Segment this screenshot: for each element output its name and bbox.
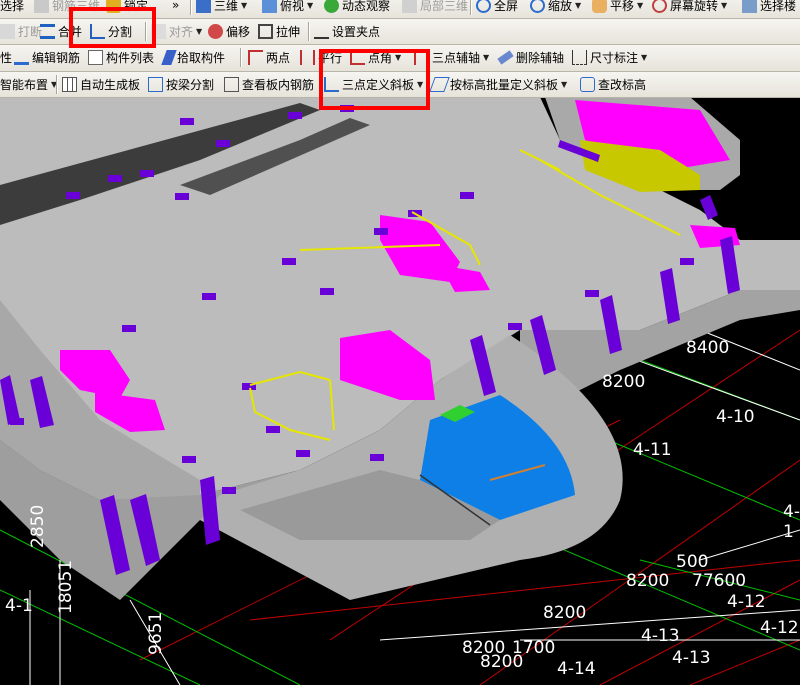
- local-3d-icon: [402, 0, 417, 13]
- beam-split-icon: [148, 76, 163, 92]
- axis-label: 4-12: [727, 592, 766, 612]
- delete-axis-button[interactable]: 删除辅轴: [497, 47, 564, 67]
- axis-label: 4-1: [783, 502, 800, 542]
- hand-icon: [592, 0, 607, 13]
- edit-rebar-button[interactable]: 编辑钢筋: [14, 47, 80, 67]
- highlight-box-split: [69, 7, 156, 48]
- component-list-button[interactable]: 构件列表: [88, 47, 154, 67]
- attribute-button[interactable]: 性: [0, 47, 12, 67]
- top-view-icon: [262, 0, 277, 13]
- view-3d-button[interactable]: 三维 ▼: [196, 0, 247, 15]
- screen-rotate-button[interactable]: 屏幕旋转 ▼: [652, 0, 727, 15]
- view-slab-rebar-button[interactable]: 查看板内钢筋: [224, 74, 314, 94]
- highlight-box-three-point-slope: [319, 49, 430, 110]
- pick-component-button[interactable]: 拾取构件: [161, 47, 225, 67]
- grip-icon: [314, 24, 329, 39]
- select-floor-button[interactable]: 选择楼: [742, 0, 796, 15]
- offset-button[interactable]: 偏移: [208, 21, 250, 41]
- zoom-icon: [530, 0, 545, 13]
- offset-icon: [208, 23, 223, 39]
- axis-label: 4-14: [557, 659, 596, 679]
- axis-label: 4-10: [716, 407, 755, 427]
- batch-slope-icon: [429, 76, 450, 92]
- orbit-icon: [324, 0, 339, 13]
- top-view-button[interactable]: 俯视 ▼: [262, 0, 313, 15]
- auto-slab-button[interactable]: 自动生成板: [62, 74, 140, 94]
- local-3d-button[interactable]: 局部三维: [402, 0, 468, 15]
- dim-text: 8200: [626, 571, 670, 591]
- axis-label: 4-11: [633, 440, 672, 460]
- zoom-button[interactable]: 缩放 ▼: [530, 0, 581, 15]
- fullscreen-button[interactable]: 全屏: [476, 0, 518, 15]
- break-button[interactable]: 打断: [0, 21, 42, 41]
- dynamic-observe-button[interactable]: 动态观察: [324, 0, 390, 15]
- dimension-icon: [572, 49, 587, 65]
- set-grip-button[interactable]: 设置夹点: [314, 21, 380, 41]
- batch-slope-button[interactable]: 按标高批量定义斜板 ▼: [429, 74, 567, 94]
- merge-icon: [40, 23, 55, 39]
- rotate-icon: [652, 0, 667, 13]
- model-drawing: [0, 97, 800, 685]
- 3d-viewport[interactable]: 8400 8200 500 8200 77600 8200 8200 1700 …: [0, 97, 800, 685]
- check-elevation-button[interactable]: 查改标高: [580, 74, 646, 94]
- dim-text: 8200: [602, 372, 646, 392]
- slab-rebar-icon: [224, 76, 239, 92]
- select-button[interactable]: 选择: [0, 0, 24, 15]
- elevation-icon: [580, 76, 595, 92]
- dim-text: 8400: [686, 338, 730, 358]
- pan-button[interactable]: 平移 ▼: [592, 0, 643, 15]
- axis-label: 4-1: [5, 596, 33, 616]
- grid-icon: [248, 49, 263, 65]
- dim-text: 77600: [692, 571, 747, 591]
- rebar-3d-icon: [34, 0, 49, 13]
- dimension-button[interactable]: 尺寸标注 ▼: [572, 47, 647, 67]
- eraser-icon: [497, 49, 514, 65]
- floor-icon: [742, 0, 757, 13]
- stretch-button[interactable]: 拉伸: [258, 21, 300, 41]
- break-icon: [0, 23, 15, 39]
- dim-text: 2850: [28, 504, 48, 548]
- two-point-axis-button[interactable]: 两点: [248, 47, 290, 67]
- list-icon: [88, 49, 103, 65]
- grid-slab-icon: [62, 76, 77, 92]
- cube-icon: [196, 0, 211, 13]
- parallel-icon: [300, 49, 315, 65]
- pick-icon: [161, 49, 177, 65]
- axis-label: 4-13: [641, 626, 680, 646]
- more-button[interactable]: »: [172, 0, 179, 15]
- dim-text: 8200: [543, 603, 587, 623]
- dim-text: 500: [676, 552, 709, 572]
- smart-layout-button[interactable]: 智能布置 ▼: [0, 74, 57, 94]
- beam-split-button[interactable]: 按梁分割: [148, 74, 214, 94]
- fullscreen-icon: [476, 0, 491, 13]
- dim-text: 8200: [480, 652, 524, 672]
- axis-label: 4-13: [672, 648, 711, 668]
- axis-label: 4-12: [760, 618, 799, 638]
- dim-text: 18051: [56, 559, 76, 614]
- edit-rebar-icon: [14, 50, 29, 65]
- dim-text: 9651: [146, 611, 166, 655]
- align-button[interactable]: 对齐 ▼: [151, 21, 202, 41]
- stretch-icon: [258, 23, 273, 39]
